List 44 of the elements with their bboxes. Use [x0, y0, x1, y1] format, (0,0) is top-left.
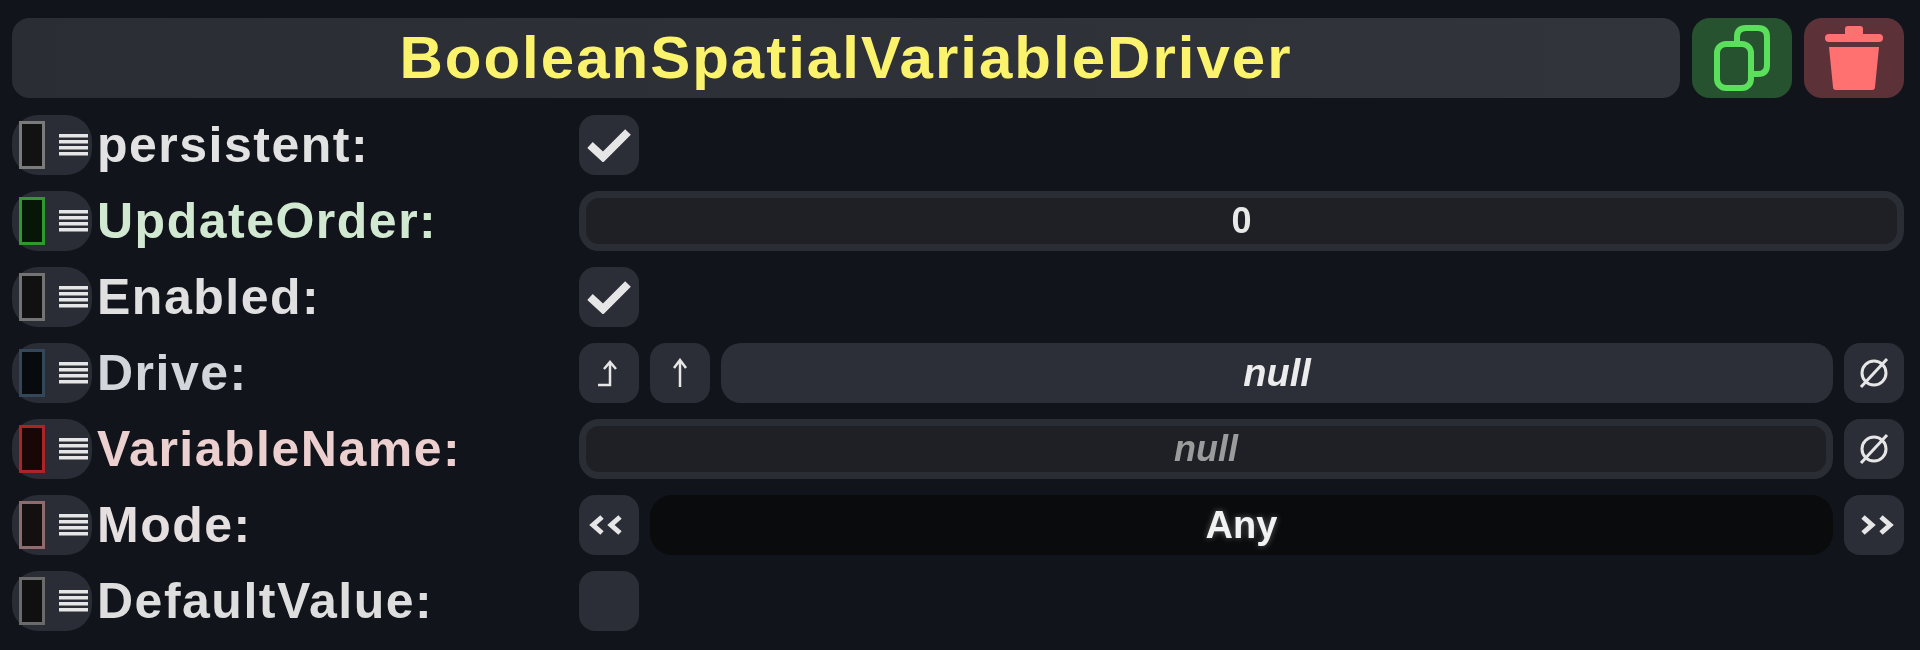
field-label: persistent:: [97, 117, 370, 173]
set-null-button[interactable]: [1844, 419, 1904, 479]
check-icon: [587, 280, 631, 314]
field-handle[interactable]: [12, 115, 92, 175]
field-label: Enabled:: [97, 269, 321, 325]
field-label: UpdateOrder:: [97, 193, 438, 249]
copy-icon: [1714, 25, 1770, 91]
delete-button[interactable]: [1804, 18, 1904, 98]
copy-button[interactable]: [1692, 18, 1792, 98]
next-button[interactable]: [1844, 495, 1904, 555]
menu-icon: [59, 514, 88, 536]
component-title: BooleanSpatialVariableDriver: [399, 28, 1293, 88]
field-handle[interactable]: [12, 191, 92, 251]
field-handle[interactable]: [12, 495, 92, 555]
menu-icon: [59, 590, 88, 612]
trash-icon: [1825, 25, 1883, 91]
field-label: Mode:: [97, 497, 252, 553]
set-null-button[interactable]: [1844, 343, 1904, 403]
field-handle[interactable]: [12, 267, 92, 327]
reference-field[interactable]: null: [721, 343, 1833, 403]
checkbox[interactable]: [579, 571, 639, 631]
empty-set-icon: [1857, 432, 1891, 466]
checkbox[interactable]: [579, 115, 639, 175]
number-field[interactable]: 0: [579, 191, 1904, 251]
field-handle[interactable]: [12, 571, 92, 631]
text-field[interactable]: null: [579, 419, 1833, 479]
menu-icon: [59, 362, 88, 384]
corner-arrow-button[interactable]: [579, 343, 639, 403]
previous-button[interactable]: [579, 495, 639, 555]
up-arrow-button[interactable]: [650, 343, 710, 403]
field-label: Drive:: [97, 345, 248, 401]
menu-icon: [59, 134, 88, 156]
field-label: VariableName:: [97, 421, 462, 477]
menu-icon: [59, 210, 88, 232]
checkbox[interactable]: [579, 267, 639, 327]
empty-set-icon: [1857, 356, 1891, 390]
up-arrow-icon: [672, 358, 688, 388]
option-selector[interactable]: Any: [650, 495, 1833, 555]
field-handle[interactable]: [12, 343, 92, 403]
field-label: DefaultValue:: [97, 573, 434, 629]
menu-icon: [59, 438, 88, 460]
menu-icon: [59, 286, 88, 308]
field-handle[interactable]: [12, 419, 92, 479]
check-icon: [587, 128, 631, 162]
